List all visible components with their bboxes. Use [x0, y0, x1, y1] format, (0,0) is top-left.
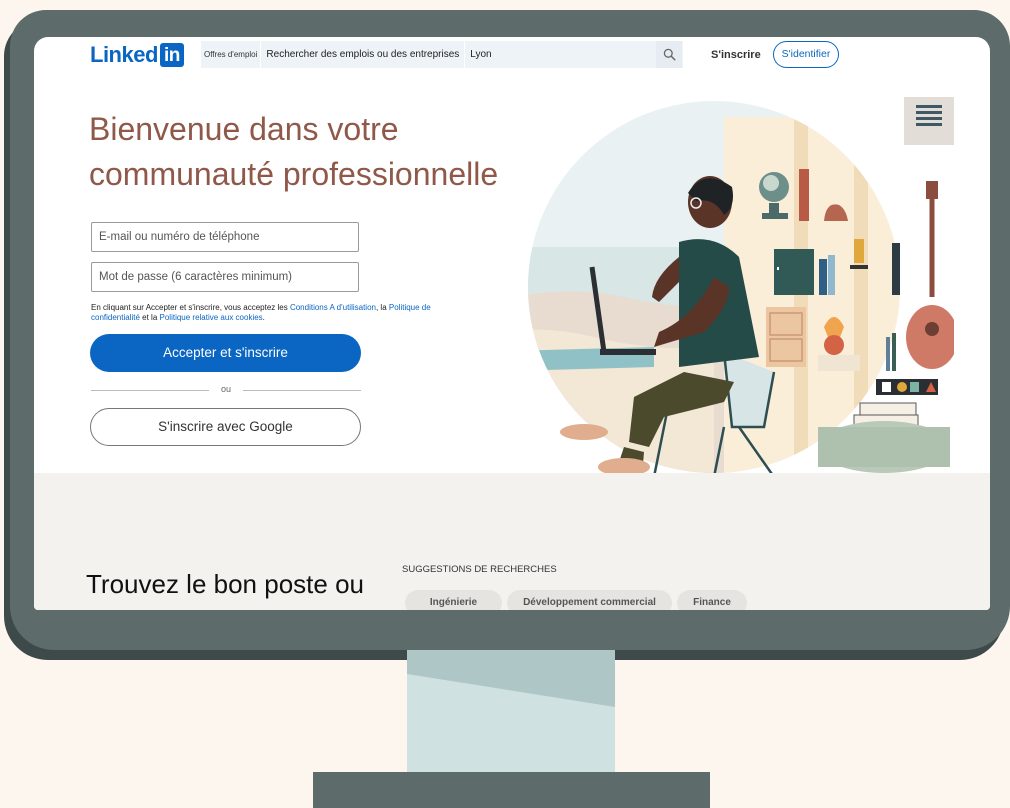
or-text: ou [220, 384, 231, 394]
search-icon [663, 48, 676, 61]
suggestion-chip[interactable]: Développement commercial [507, 590, 672, 610]
monitor-stand-base [313, 772, 710, 808]
signin-button[interactable]: S'identifier [773, 41, 839, 68]
suggestion-chip[interactable]: Finance [677, 590, 747, 610]
linkedin-logo[interactable]: Linked in [90, 42, 184, 68]
location-input[interactable]: Lyon [465, 41, 683, 68]
suggestions-label: SUGGESTIONS DE RECHERCHES [402, 564, 557, 575]
monitor-stand-neck [407, 650, 615, 772]
google-signup-button[interactable]: S'inscrire avec Google [90, 408, 361, 446]
cookies-link[interactable]: Politique relative aux cookies [160, 313, 263, 322]
suggestion-chip[interactable]: Ingénierie [405, 590, 502, 610]
email-field[interactable] [91, 222, 359, 252]
browser-screen: Linked in Offres d'emploi Rechercher des… [34, 37, 990, 610]
terms-text: . [262, 313, 265, 322]
accept-signup-button[interactable]: Accepter et s'inscrire [90, 334, 361, 372]
section-title: Trouvez le bon poste ou [86, 569, 364, 599]
terms-text: , la [375, 303, 389, 312]
jobs-segment-label[interactable]: Offres d'emploi [201, 41, 260, 68]
or-divider: ou [91, 384, 361, 396]
job-search-section: Trouvez le bon poste ou SUGGESTIONS DE R… [34, 473, 990, 610]
terms-notice: En cliquant sur Accepter et s'inscrire, … [91, 303, 431, 323]
logo-wordmark: Linked [90, 42, 158, 67]
keyword-search-input[interactable]: Rechercher des emplois ou des entreprise… [261, 41, 464, 68]
job-search-bar: Offres d'emploi Rechercher des emplois o… [201, 41, 683, 68]
terms-link[interactable]: Conditions A d'utilisation [290, 303, 376, 312]
terms-text: En cliquant sur Accepter et s'inscrire, … [91, 303, 290, 312]
search-button[interactable] [656, 41, 682, 68]
logo-in-box: in [159, 43, 184, 67]
join-link[interactable]: S'inscrire [711, 49, 761, 61]
hero-illustration [528, 97, 954, 477]
password-field[interactable] [91, 262, 359, 292]
terms-text: et la [139, 313, 160, 322]
